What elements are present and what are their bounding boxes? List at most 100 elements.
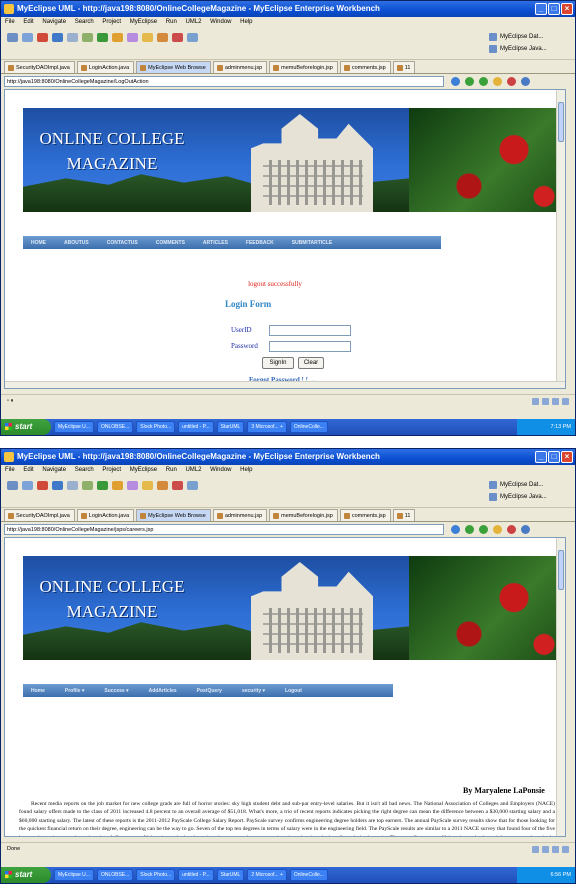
- menu-uml2[interactable]: UML2: [185, 19, 201, 25]
- perspective-java[interactable]: MyEclipse Java...: [489, 491, 567, 503]
- tab-loginaction[interactable]: LoginAction.java: [76, 509, 135, 521]
- refresh-icon[interactable]: [479, 525, 488, 534]
- deploy-icon[interactable]: [67, 481, 78, 490]
- tab-adminmenu[interactable]: adminmenu.jsp: [212, 61, 268, 73]
- minimize-button[interactable]: _: [535, 3, 547, 15]
- nav-home[interactable]: Home: [31, 688, 45, 694]
- menu-uml2[interactable]: UML2: [185, 467, 201, 473]
- maximize-button[interactable]: □: [548, 3, 560, 15]
- menu-navigate[interactable]: Navigate: [42, 19, 66, 25]
- browser-icon[interactable]: [172, 481, 183, 490]
- go-icon[interactable]: [451, 525, 460, 534]
- nav-profile[interactable]: Profile ▾: [65, 688, 84, 694]
- tab-menubeforelogin[interactable]: memuBeforelogin.jsp: [269, 509, 338, 521]
- open-resource-icon[interactable]: [142, 33, 153, 42]
- task-staruml[interactable]: StarUML: [216, 869, 245, 881]
- tab-web-browser[interactable]: MyEclipse Web Browse: [136, 61, 211, 73]
- task-myeclipse[interactable]: MyEclipse U...: [54, 869, 94, 881]
- scroll-thumb[interactable]: [558, 102, 564, 142]
- nav-addarticles[interactable]: AddArticles: [149, 688, 177, 694]
- tab-overflow[interactable]: 11: [392, 61, 416, 73]
- userid-input[interactable]: [269, 325, 351, 336]
- menu-run[interactable]: Run: [166, 467, 177, 473]
- run-as-icon[interactable]: [97, 33, 108, 42]
- task-microsoft[interactable]: 3 Microsof... +: [247, 421, 287, 433]
- debug-icon[interactable]: [37, 33, 48, 42]
- new-icon[interactable]: [7, 33, 18, 42]
- tab-web-browser[interactable]: MyEclipse Web Browse: [136, 509, 211, 521]
- back-icon[interactable]: [187, 33, 198, 42]
- home-icon[interactable]: [493, 525, 502, 534]
- close-button[interactable]: ×: [561, 451, 573, 463]
- clear-button[interactable]: Clear: [298, 357, 324, 369]
- task-staruml[interactable]: StarUML: [216, 421, 245, 433]
- search-icon[interactable]: [157, 481, 168, 490]
- task-3[interactable]: Slock Photo...: [136, 421, 176, 433]
- menu-edit[interactable]: Edit: [23, 467, 33, 473]
- menu-help[interactable]: Help: [240, 467, 252, 473]
- nav-logout[interactable]: Logout: [285, 688, 302, 694]
- scroll-thumb[interactable]: [558, 550, 564, 590]
- menu-help[interactable]: Help: [240, 19, 252, 25]
- run-icon[interactable]: [82, 481, 93, 490]
- external-browser-icon[interactable]: [521, 525, 530, 534]
- forward-icon[interactable]: [465, 77, 474, 86]
- task-onlinecollege[interactable]: OnlineColle...: [289, 421, 328, 433]
- close-button[interactable]: ×: [561, 3, 573, 15]
- server-icon[interactable]: [52, 481, 63, 490]
- nav-contactus[interactable]: CONTACTUS: [107, 240, 138, 246]
- back-icon[interactable]: [187, 481, 198, 490]
- task-microsoft[interactable]: 2 Microsof... +: [247, 869, 287, 881]
- external-tools-icon[interactable]: [112, 481, 123, 490]
- tab-securitydaoimpl[interactable]: SecurityDAOImpl.java: [4, 61, 75, 73]
- nav-feedback[interactable]: FEEDBACK: [246, 240, 274, 246]
- task-onlinecollege[interactable]: OnlineColle...: [289, 869, 328, 881]
- server-icon[interactable]: [52, 33, 63, 42]
- open-type-icon[interactable]: [127, 481, 138, 490]
- tab-comments[interactable]: comments.jsp: [339, 509, 391, 521]
- debug-icon[interactable]: [37, 481, 48, 490]
- forward-icon[interactable]: [465, 525, 474, 534]
- home-icon[interactable]: [493, 77, 502, 86]
- nav-comments[interactable]: COMMENTS: [156, 240, 185, 246]
- task-2[interactable]: ONLOBSE...: [96, 869, 134, 881]
- menu-project[interactable]: Project: [102, 467, 121, 473]
- menu-search[interactable]: Search: [75, 19, 94, 25]
- stop-icon[interactable]: [507, 77, 516, 86]
- vertical-scrollbar[interactable]: [556, 90, 565, 388]
- run-icon[interactable]: [82, 33, 93, 42]
- search-icon[interactable]: [157, 33, 168, 42]
- nav-submitarticle[interactable]: SUBMITARTICLE: [292, 240, 332, 246]
- menu-navigate[interactable]: Navigate: [42, 467, 66, 473]
- menu-edit[interactable]: Edit: [23, 19, 33, 25]
- external-browser-icon[interactable]: [521, 77, 530, 86]
- new-icon[interactable]: [7, 481, 18, 490]
- nav-postquery[interactable]: PostQuery: [197, 688, 222, 694]
- menu-project[interactable]: Project: [102, 19, 121, 25]
- menu-run[interactable]: Run: [166, 19, 177, 25]
- menu-window[interactable]: Window: [210, 19, 231, 25]
- tab-overflow[interactable]: 11: [392, 509, 416, 521]
- task-4[interactable]: untitled - P...: [178, 421, 214, 433]
- perspective-database[interactable]: MyEclipse Dat...: [489, 479, 567, 491]
- task-myeclipse[interactable]: MyEclipse U...: [54, 421, 94, 433]
- nav-aboutus[interactable]: ABOUTUS: [64, 240, 89, 246]
- menu-search[interactable]: Search: [75, 467, 94, 473]
- signin-button[interactable]: SignIn: [262, 357, 294, 369]
- url-input[interactable]: http://java198:8080/OnlineCollegeMagazin…: [4, 76, 444, 87]
- run-as-icon[interactable]: [97, 481, 108, 490]
- menu-myeclipse[interactable]: MyEclipse: [130, 467, 157, 473]
- horizontal-scrollbar[interactable]: [5, 381, 565, 388]
- go-icon[interactable]: [451, 77, 460, 86]
- maximize-button[interactable]: □: [548, 451, 560, 463]
- save-icon[interactable]: [22, 33, 33, 42]
- menu-myeclipse[interactable]: MyEclipse: [130, 19, 157, 25]
- minimize-button[interactable]: _: [535, 451, 547, 463]
- nav-success[interactable]: Success ▾: [104, 688, 128, 694]
- refresh-icon[interactable]: [479, 77, 488, 86]
- tab-securitydaoimpl[interactable]: SecurityDAOImpl.java: [4, 509, 75, 521]
- start-button[interactable]: start: [1, 419, 51, 435]
- url-input[interactable]: http://java198:8080/OnlineCollegeMagazin…: [4, 524, 444, 535]
- save-icon[interactable]: [22, 481, 33, 490]
- open-type-icon[interactable]: [127, 33, 138, 42]
